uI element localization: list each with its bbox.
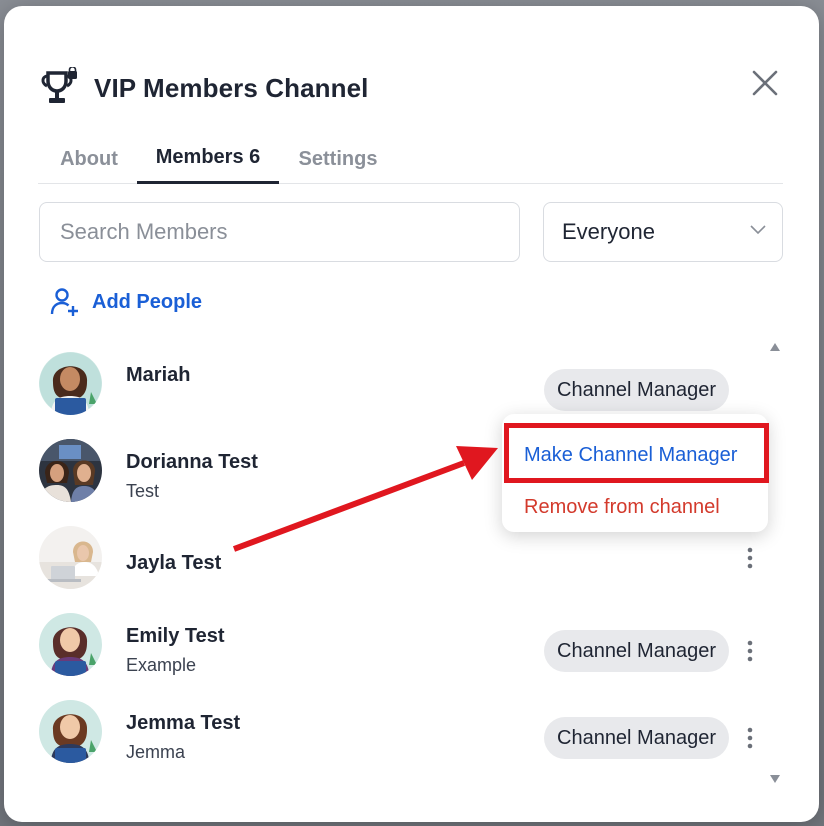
- role-filter-value: Everyone: [562, 219, 655, 244]
- member-options-button[interactable]: [740, 637, 760, 665]
- role-filter-select[interactable]: Everyone: [543, 202, 783, 262]
- scroll-down-arrow[interactable]: [769, 774, 781, 784]
- scroll-up-arrow[interactable]: [769, 342, 781, 352]
- avatar: [39, 352, 102, 415]
- trophy-lock-icon: [41, 67, 77, 103]
- channel-manager-badge: Channel Manager: [544, 630, 729, 672]
- make-channel-manager-option[interactable]: Make Channel Manager: [524, 444, 737, 467]
- member-row: Emily Test Example Channel Manager: [39, 613, 769, 677]
- modal-title: VIP Members Channel: [94, 72, 369, 103]
- remove-from-channel-option[interactable]: Remove from channel: [524, 496, 720, 519]
- tab-bar: About Members 6 Settings: [38, 134, 783, 184]
- avatar: [39, 613, 102, 676]
- member-name: Jayla Test: [126, 552, 222, 574]
- member-context-menu: Make Channel Manager Remove from channel: [502, 414, 768, 532]
- member-name: Mariah: [126, 364, 191, 386]
- avatar: [39, 526, 102, 589]
- search-members-input[interactable]: Search Members: [39, 202, 520, 262]
- modal-header: VIP Members Channel: [38, 66, 369, 110]
- member-subtitle: Jemma: [126, 742, 186, 762]
- member-row: Mariah Channel Manager: [39, 352, 769, 416]
- member-row: Jemma Test Jemma Channel Manager: [39, 700, 769, 764]
- more-vertical-icon: [747, 727, 753, 749]
- close-icon: [752, 70, 778, 96]
- member-subtitle: Example: [126, 655, 197, 675]
- tab-settings[interactable]: Settings: [296, 134, 380, 184]
- more-vertical-icon: [747, 640, 753, 662]
- channel-manager-badge: Channel Manager: [544, 717, 729, 759]
- member-name: Jemma Test: [126, 712, 241, 734]
- avatar: [39, 700, 102, 763]
- tab-members[interactable]: Members 6: [137, 134, 279, 184]
- add-user-icon: [50, 288, 78, 316]
- close-button[interactable]: [748, 66, 782, 100]
- channel-manager-badge: Channel Manager: [544, 369, 729, 411]
- add-people-button[interactable]: Add People: [50, 286, 202, 318]
- member-row: Jayla Test: [39, 526, 769, 590]
- add-people-label: Add People: [92, 290, 203, 313]
- channel-members-modal: VIP Members Channel About Members 6 Sett…: [4, 6, 819, 822]
- member-name: Emily Test: [126, 625, 225, 647]
- member-subtitle: Test: [126, 481, 160, 501]
- tab-about[interactable]: About: [56, 134, 122, 184]
- member-name: Dorianna Test: [126, 451, 258, 473]
- member-options-button[interactable]: [740, 544, 760, 572]
- chevron-down-icon: [750, 225, 766, 235]
- avatar: [39, 439, 102, 502]
- more-vertical-icon: [747, 547, 753, 569]
- member-options-button[interactable]: [740, 724, 760, 752]
